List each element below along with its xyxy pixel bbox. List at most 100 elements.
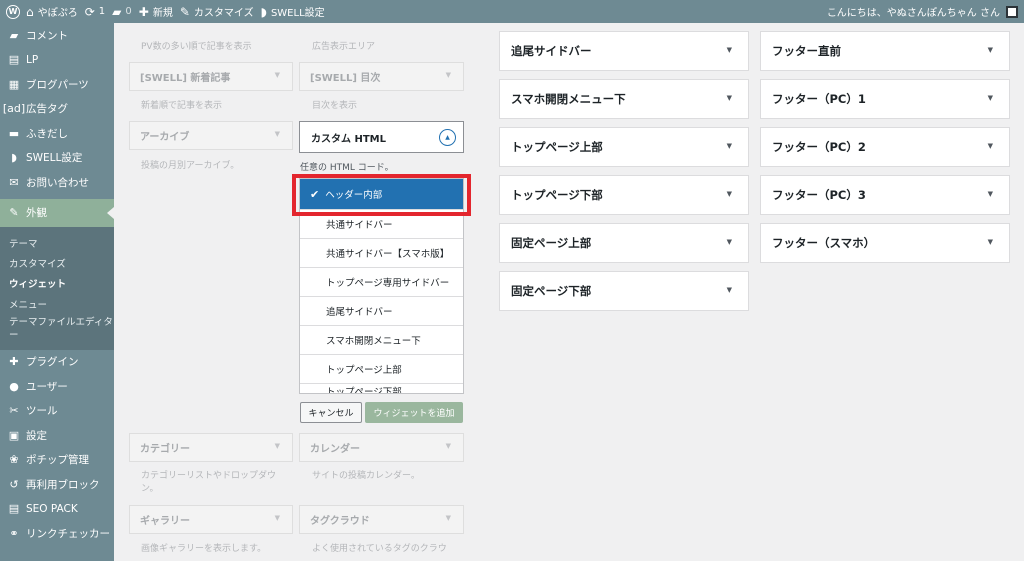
paw-icon: ❀ xyxy=(9,453,19,467)
menu-label: プラグイン xyxy=(26,356,79,369)
menu-item[interactable]: ❀ ポチップ管理 xyxy=(0,448,114,473)
menu-item[interactable]: ◗ SWELL設定 xyxy=(0,146,114,171)
comments-link[interactable]: ▰ 0 xyxy=(112,0,139,23)
widget-area[interactable]: 固定ページ下部 ▼ xyxy=(499,271,749,311)
widget-custom-html[interactable]: カスタム HTML ▲ xyxy=(299,121,464,153)
area-option[interactable]: トップページ専用サイドバー xyxy=(300,268,463,297)
widget-description: 目次を表示 xyxy=(312,101,358,111)
widget-area[interactable]: トップページ下部 ▼ xyxy=(499,175,749,215)
chevron-down-icon: ▼ xyxy=(274,130,280,138)
submenu-customize[interactable]: カスタマイズ xyxy=(0,253,114,273)
menu-label: ポチップ管理 xyxy=(26,454,89,467)
chevron-down-icon: ▼ xyxy=(445,442,451,450)
menu-item[interactable]: ▣ 設定 xyxy=(0,423,114,448)
submenu-menus[interactable]: メニュー xyxy=(0,293,114,313)
widget-area[interactable]: フッター（PC）2 ▼ xyxy=(760,127,1010,167)
widget-area[interactable]: フッター（スマホ） ▼ xyxy=(760,223,1010,263)
reuse-icon: ↺ xyxy=(9,477,19,491)
submenu-themes[interactable]: テーマ xyxy=(0,233,114,253)
menu-bottom-group: ✚ プラグイン ● ユーザー ✂ ツール ▣ 設定 ❀ ポチップ管理 ↺ 再利用ブロック ▤ SEO PA… xyxy=(0,350,114,546)
area-option[interactable]: 共通サイドバー【スマホ版】 xyxy=(300,239,463,268)
chevron-down-icon: ▼ xyxy=(274,71,280,79)
widget-area[interactable]: トップページ上部 ▼ xyxy=(499,127,749,167)
new-content-link[interactable]: ✚ 新規 xyxy=(139,0,180,23)
submenu-theme-editor[interactable]: テーマファイルエディター xyxy=(0,314,114,344)
chevron-down-icon[interactable]: ▼ xyxy=(727,286,732,294)
widget-tag-cloud[interactable]: タグクラウド ▼ xyxy=(299,505,464,534)
menu-item[interactable]: ▬ ふきだし xyxy=(0,121,114,146)
menu-item[interactable]: [ad] 広告タグ xyxy=(0,97,114,122)
widget-area[interactable]: フッター（PC）3 ▼ xyxy=(760,175,1010,215)
chevron-up-icon[interactable]: ▲ xyxy=(439,129,456,146)
widget-area[interactable]: フッター（PC）1 ▼ xyxy=(760,79,1010,119)
area-option[interactable]: 共通サイドバー xyxy=(300,210,463,239)
swell-icon: ◗ xyxy=(11,151,17,165)
widget-area-title: 追尾サイドバー xyxy=(511,44,592,58)
settings-icon: ▣ xyxy=(8,428,20,442)
menu-item[interactable]: ↺ 再利用ブロック xyxy=(0,472,114,497)
menu-label: ブログパーツ xyxy=(26,78,89,91)
submenu-widgets[interactable]: ウィジェット xyxy=(0,273,114,293)
area-option[interactable]: 追尾サイドバー xyxy=(300,297,463,326)
widget-area[interactable]: 固定ページ上部 ▼ xyxy=(499,223,749,263)
widget-area[interactable]: フッター直前 ▼ xyxy=(760,31,1010,71)
menu-item[interactable]: ✚ プラグイン xyxy=(0,350,114,375)
brush-icon: ✎ xyxy=(179,4,190,19)
cancel-button[interactable]: キャンセル xyxy=(300,402,362,423)
area-option[interactable]: トップページ上部 xyxy=(300,355,463,384)
menu-item[interactable]: ▤ LP xyxy=(0,48,114,73)
widget-gallery[interactable]: ギャラリー ▼ xyxy=(129,505,293,534)
widget-swell-new-posts[interactable]: [SWELL] 新着記事 ▼ xyxy=(129,62,293,91)
widget-description: よく使用されているタグのクラウ xyxy=(312,544,447,554)
widget-swell-toc[interactable]: [SWELL] 目次 ▼ xyxy=(299,62,464,91)
customize-link[interactable]: ✎ カスタマイズ xyxy=(180,0,261,23)
widget-description: 新着順で記事を表示 xyxy=(141,101,223,111)
menu-label: SWELL設定 xyxy=(26,152,83,165)
widget-area-chooser[interactable]: ✔ ヘッダー内部 共通サイドバー 共通サイドバー【スマホ版】 トップページ専用サイ… xyxy=(299,178,464,394)
widget-calendar[interactable]: カレンダー ▼ xyxy=(299,433,464,462)
area-option-header[interactable]: ✔ ヘッダー内部 xyxy=(300,179,463,210)
menu-item[interactable]: ▰ コメント xyxy=(0,23,114,48)
chevron-down-icon[interactable]: ▼ xyxy=(727,142,732,150)
chevron-down-icon[interactable]: ▼ xyxy=(988,94,993,102)
comment-icon: ▰ xyxy=(9,28,19,42)
menu-item[interactable]: ▦ ブログパーツ xyxy=(0,72,114,97)
menu-item[interactable]: ✉ お問い合わせ xyxy=(0,170,114,195)
comment-icon: ▰ xyxy=(112,4,122,19)
widget-area[interactable]: スマホ開閉メニュー下 ▼ xyxy=(499,79,749,119)
widget-description: PV数の多い順で記事を表示 xyxy=(141,42,252,52)
menu-top-group: ▰ コメント ▤ LP ▦ ブログパーツ [ad] 広告タグ ▬ ふきだし ◗ SWELL設定 ✉ お問い… xyxy=(0,23,114,195)
chevron-down-icon[interactable]: ▼ xyxy=(988,238,993,246)
chevron-down-icon[interactable]: ▼ xyxy=(727,238,732,246)
widget-categories[interactable]: カテゴリー ▼ xyxy=(129,433,293,462)
chevron-down-icon[interactable]: ▼ xyxy=(727,46,732,54)
widget-description: 画像ギャラリーを表示します。 xyxy=(141,544,267,554)
chevron-down-icon[interactable]: ▼ xyxy=(988,46,993,54)
site-name-link[interactable]: ⌂ やぽぷろ xyxy=(26,0,85,23)
admin-sidebar: ▰ コメント ▤ LP ▦ ブログパーツ [ad] 広告タグ ▬ ふきだし ◗ SWELL設定 ✉ お問い… xyxy=(0,23,114,561)
menu-item[interactable]: ⚭ リンクチェッカー xyxy=(0,521,114,546)
menu-label: ユーザー xyxy=(26,380,68,393)
widget-area-title: フッター直前 xyxy=(772,44,841,58)
account-menu[interactable]: こんにちは、やぬさんぽんちゃん さん xyxy=(827,0,1024,23)
menu-appearance[interactable]: ✎ 外観 xyxy=(0,198,114,227)
chevron-down-icon[interactable]: ▼ xyxy=(727,190,732,198)
widget-area[interactable]: 追尾サイドバー ▼ xyxy=(499,31,749,71)
updates-icon: ⟳ xyxy=(84,4,95,19)
chevron-down-icon[interactable]: ▼ xyxy=(988,190,993,198)
balloon-icon: ▬ xyxy=(8,126,20,140)
area-option[interactable]: スマホ開閉メニュー下 xyxy=(300,326,463,355)
area-option[interactable]: トップページ下部 xyxy=(300,384,463,393)
chevron-down-icon[interactable]: ▼ xyxy=(727,94,732,102)
appearance-submenu: テーマ カスタマイズ ウィジェット メニュー テーマファイルエディター xyxy=(0,226,114,350)
menu-item[interactable]: ▤ SEO PACK xyxy=(0,497,114,522)
swell-settings-link[interactable]: ◗ SWELL設定 xyxy=(261,0,332,23)
wordpress-logo-icon[interactable]: W xyxy=(0,0,26,23)
widget-archive[interactable]: アーカイブ ▼ xyxy=(129,121,293,150)
widget-area-title: 固定ページ上部 xyxy=(511,236,592,250)
menu-item[interactable]: ● ユーザー xyxy=(0,374,114,399)
menu-item[interactable]: ✂ ツール xyxy=(0,399,114,424)
add-widget-button[interactable]: ウィジェットを追加 xyxy=(365,402,463,423)
updates-link[interactable]: ⟳ 1 xyxy=(85,0,112,23)
chevron-down-icon[interactable]: ▼ xyxy=(988,142,993,150)
